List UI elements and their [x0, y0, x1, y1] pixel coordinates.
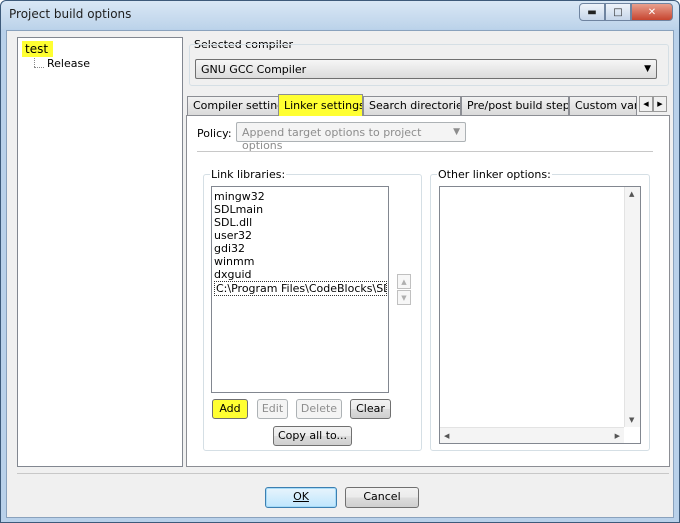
list-item[interactable]: user32: [214, 229, 252, 242]
tab-search-directories[interactable]: Search directories: [363, 96, 461, 115]
tab-linker-settings[interactable]: Linker settings: [278, 94, 363, 116]
tree-item-release[interactable]: Release: [47, 57, 90, 70]
vertical-scrollbar[interactable]: ▲ ▼: [624, 187, 640, 427]
ok-button[interactable]: OK: [265, 487, 337, 508]
edit-button-label: Edit: [261, 402, 284, 415]
tree-connector: [34, 67, 44, 68]
maximize-icon: □: [613, 6, 623, 18]
compiler-dropdown[interactable]: GNU GCC Compiler ▼: [195, 59, 657, 79]
link-libraries-list[interactable]: mingw32 SDLmain SDL.dll user32 gdi32 win…: [211, 186, 389, 393]
list-item[interactable]: SDLmain: [214, 203, 263, 216]
arrow-up-icon: ▲: [401, 277, 407, 286]
copy-all-button-label: Copy all to...: [277, 429, 348, 442]
arrow-left-icon: ◀: [444, 432, 450, 440]
linker-settings-page: Policy: Append target options to project…: [186, 115, 670, 467]
close-button[interactable]: ✕: [631, 3, 673, 21]
tab-strip: Compiler settings Linker settings Search…: [187, 94, 670, 116]
arrow-left-icon: ◀: [643, 100, 649, 108]
list-item[interactable]: dxguid: [214, 268, 252, 281]
ok-button-label: OK: [293, 490, 309, 503]
policy-label: Policy:: [197, 127, 232, 140]
horizontal-scrollbar[interactable]: ◀ ▶: [440, 427, 624, 443]
minimize-button[interactable]: ▬: [579, 3, 605, 21]
tab-label: Compiler settings: [193, 99, 278, 112]
link-libraries-label: Link libraries:: [210, 168, 287, 181]
close-icon: ✕: [647, 6, 657, 18]
target-tree[interactable]: test Release: [17, 37, 183, 467]
arrow-up-icon: ▲: [629, 190, 635, 198]
arrow-down-icon: ▼: [629, 416, 635, 424]
delete-button[interactable]: Delete: [296, 399, 342, 419]
compiler-value: GNU GCC Compiler: [201, 63, 307, 76]
edit-button[interactable]: Edit: [257, 399, 288, 419]
chevron-down-icon: ▼: [453, 127, 460, 137]
tree-connector: [34, 58, 35, 67]
other-linker-options-textarea[interactable]: ▲ ▼ ◀ ▶: [439, 186, 641, 444]
chevron-down-icon: ▼: [644, 64, 651, 74]
tab-label: Custom variables: [575, 99, 636, 112]
add-button[interactable]: Add: [212, 399, 248, 419]
minimize-icon: ▬: [587, 6, 597, 18]
title-bar[interactable]: Project build options ▬ □ ✕: [1, 1, 679, 29]
move-down-button[interactable]: ▼: [397, 290, 411, 305]
arrow-down-icon: ▼: [401, 293, 407, 302]
arrow-right-icon: ▶: [614, 432, 620, 440]
tab-label: Search directories: [369, 99, 461, 112]
move-up-button[interactable]: ▲: [397, 274, 411, 289]
list-item-selected[interactable]: C:\Program Files\CodeBlocks\SDL-1: [214, 281, 387, 296]
tab-scroll-right-button[interactable]: ▶: [653, 96, 667, 112]
list-item[interactable]: SDL.dll: [214, 216, 252, 229]
tab-scroll-left-button[interactable]: ◀: [639, 96, 653, 112]
separator: [197, 151, 653, 152]
project-build-options-window: Project build options ▬ □ ✕ test Release…: [0, 0, 680, 523]
maximize-button[interactable]: □: [605, 3, 631, 21]
tree-item-test[interactable]: test: [22, 41, 54, 57]
policy-dropdown[interactable]: Append target options to project options…: [236, 122, 466, 152]
dialog-body: test Release Selected compiler GNU GCC C…: [6, 30, 674, 518]
list-item[interactable]: mingw32: [214, 190, 265, 203]
window-controls: ▬ □ ✕: [579, 3, 673, 21]
copy-all-to-button[interactable]: Copy all to...: [273, 426, 352, 446]
list-item[interactable]: gdi32: [214, 242, 245, 255]
add-button-label: Add: [219, 402, 241, 415]
policy-value: Append target options to project options: [242, 126, 422, 152]
cancel-button[interactable]: Cancel: [345, 487, 419, 508]
arrow-right-icon: ▶: [657, 100, 663, 108]
other-linker-options-label: Other linker options:: [437, 168, 552, 181]
clear-button[interactable]: Clear: [350, 399, 391, 419]
cancel-button-label: Cancel: [363, 490, 401, 503]
tab-label: Pre/post build steps: [467, 99, 569, 112]
window-title: Project build options: [9, 7, 132, 21]
tab-custom-variables[interactable]: Custom variables: [569, 96, 637, 115]
tab-pre-post-build-steps[interactable]: Pre/post build steps: [461, 96, 569, 115]
clear-button-label: Clear: [356, 402, 385, 415]
tab-label: Linker settings: [284, 99, 363, 112]
delete-button-label: Delete: [300, 402, 338, 415]
list-item[interactable]: winmm: [214, 255, 254, 268]
tab-compiler-settings[interactable]: Compiler settings: [187, 96, 279, 115]
footer-separator: [17, 473, 669, 474]
